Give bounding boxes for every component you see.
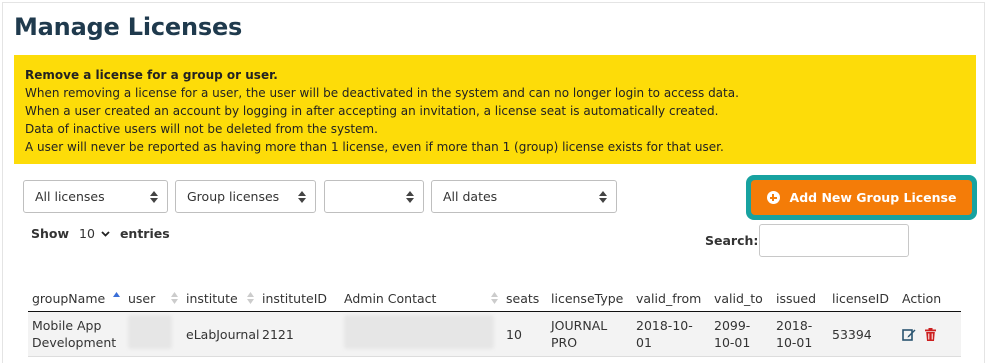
sort-icon xyxy=(247,292,254,304)
col-header-seats[interactable]: seats xyxy=(502,285,547,312)
cell-seats: 10 xyxy=(502,311,547,357)
entries-length-select[interactable]: 10 xyxy=(79,226,110,241)
plus-circle-icon xyxy=(766,191,780,204)
license-type-select[interactable]: Group licenses xyxy=(175,180,316,213)
cell-instituteid: 2121 xyxy=(258,311,340,357)
notice-line: A user will never be reported as having … xyxy=(25,140,724,154)
add-button-label: Add New Group License xyxy=(789,190,957,205)
col-header-issued[interactable]: issued xyxy=(772,285,828,312)
cell-institute: eLabJournal xyxy=(182,311,259,357)
edit-icon[interactable] xyxy=(902,328,916,341)
sort-icon xyxy=(491,292,498,304)
col-header-admin-contact[interactable]: Admin Contact xyxy=(340,285,502,312)
select-caret-icon xyxy=(150,191,158,203)
info-notice: Remove a license for a group or user. Wh… xyxy=(14,55,976,164)
col-header-institute[interactable]: institute xyxy=(182,285,258,312)
cell-user xyxy=(124,311,182,357)
licenses-table: groupName user institute instituteID Adm… xyxy=(28,285,961,357)
date-filter-value: All dates xyxy=(443,189,498,204)
entries-length-control: Show 10 entries xyxy=(31,226,170,241)
search-input[interactable] xyxy=(759,224,909,257)
col-header-action: Action xyxy=(898,285,961,312)
select-caret-icon xyxy=(599,191,607,203)
notice-line: When a user created an account by loggin… xyxy=(25,104,719,118)
show-label: Show xyxy=(31,226,70,241)
cell-admin-contact xyxy=(340,311,502,357)
search-label: Search: xyxy=(705,233,759,248)
trash-icon[interactable] xyxy=(925,327,936,341)
cell-actions xyxy=(898,311,961,357)
add-group-license-button[interactable]: Add New Group License xyxy=(751,180,972,215)
col-header-valid-to[interactable]: valid_to xyxy=(710,285,772,312)
third-filter-select[interactable] xyxy=(324,180,424,213)
cell-valid-from: 2018-10-01 xyxy=(632,311,710,357)
cell-issued: 2018-10-01 xyxy=(772,311,828,357)
redacted-admin-contact xyxy=(344,315,494,349)
col-header-instituteid[interactable]: instituteID xyxy=(258,285,340,312)
table-header-row: groupName user institute instituteID Adm… xyxy=(28,285,961,312)
col-header-licenseid[interactable]: licenseID xyxy=(828,285,898,312)
sort-icon xyxy=(171,292,178,304)
license-filter-select[interactable]: All licenses xyxy=(23,180,168,213)
entries-length-value: 10 xyxy=(79,226,95,241)
col-header-valid-from[interactable]: valid_from xyxy=(632,285,710,312)
page-title: Manage Licenses xyxy=(14,13,243,41)
table-row: Mobile App Development eLabJournal 2121 … xyxy=(28,311,961,357)
notice-line: When removing a license for a user, the … xyxy=(25,86,739,100)
sort-asc-icon xyxy=(113,292,120,297)
date-filter-select[interactable]: All dates xyxy=(431,180,617,213)
col-header-groupname[interactable]: groupName xyxy=(28,285,124,312)
col-header-licensetype[interactable]: licenseType xyxy=(547,285,632,312)
cell-licensetype: JOURNAL PRO xyxy=(547,311,632,357)
add-button-highlight: Add New Group License xyxy=(746,175,977,220)
license-type-value: Group licenses xyxy=(187,189,280,204)
redacted-user xyxy=(128,315,172,349)
chevron-down-icon xyxy=(101,230,110,237)
entries-label: entries xyxy=(119,226,170,241)
cell-valid-to: 2099-10-01 xyxy=(710,311,772,357)
license-filter-value: All licenses xyxy=(35,189,105,204)
select-caret-icon xyxy=(298,191,306,203)
col-header-user[interactable]: user xyxy=(124,285,182,312)
select-caret-icon xyxy=(406,191,414,203)
cell-licenseid: 53394 xyxy=(828,311,898,357)
notice-line: Data of inactive users will not be delet… xyxy=(25,122,378,136)
cell-groupname: Mobile App Development xyxy=(28,311,124,357)
notice-title: Remove a license for a group or user. xyxy=(25,68,278,82)
